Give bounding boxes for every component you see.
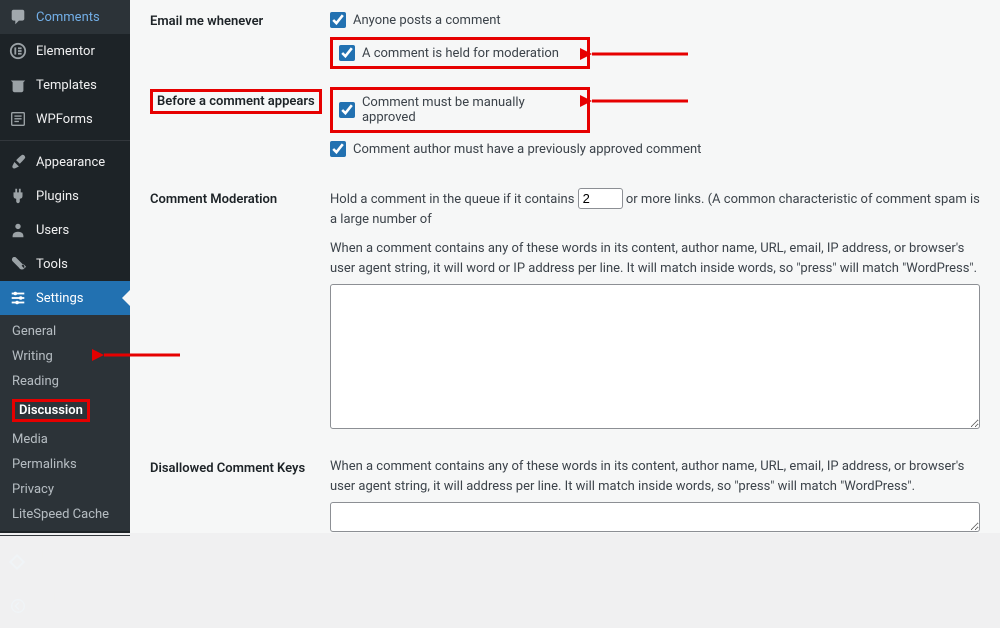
moderation-desc: When a comment contains any of these wor… bbox=[330, 239, 980, 278]
templates-icon bbox=[8, 75, 28, 95]
menu-label: LiteSpeed Cache bbox=[34, 547, 122, 577]
email-whenever-field: Anyone posts a comment A comment is held… bbox=[330, 10, 980, 71]
user-icon bbox=[8, 220, 28, 240]
moderation-field: Hold a comment in the queue if it contai… bbox=[330, 188, 980, 433]
before-opt2-row: Comment author must have a previously ap… bbox=[330, 139, 980, 159]
disallowed-row: Disallowed Comment Keys When a comment c… bbox=[150, 457, 980, 533]
sidebar-item-tools[interactable]: Tools bbox=[0, 247, 130, 281]
elementor-icon bbox=[8, 41, 28, 61]
menu-label: Appearance bbox=[36, 155, 105, 170]
email-opt1-row: Anyone posts a comment bbox=[330, 10, 980, 30]
moderation-keys-textarea[interactable] bbox=[330, 284, 980, 429]
moderation-text1: Hold a comment in the queue if it contai… bbox=[330, 192, 574, 207]
menu-label: Settings bbox=[36, 291, 83, 306]
plug-icon bbox=[8, 186, 28, 206]
disallowed-label: Disallowed Comment Keys bbox=[150, 457, 330, 476]
sidebar-item-settings[interactable]: Settings bbox=[0, 281, 130, 315]
settings-submenu: General Writing Reading Discussion Media… bbox=[0, 315, 130, 531]
before-appears-label-wrap: Before a comment appears bbox=[150, 85, 330, 114]
highlight-before-opt1: Comment must be manually approved bbox=[330, 87, 590, 133]
email-opt2-label: A comment is held for moderation bbox=[362, 46, 559, 61]
before-appears-label: Before a comment appears bbox=[150, 89, 322, 114]
menu-label: Tools bbox=[36, 257, 68, 272]
disallowed-desc: When a comment contains any of these wor… bbox=[330, 457, 980, 496]
submenu-discussion-label: Discussion bbox=[12, 399, 90, 422]
moderation-row: Comment Moderation Hold a comment in the… bbox=[150, 188, 980, 433]
disallowed-field: When a comment contains any of these wor… bbox=[330, 457, 980, 533]
submenu-litespeed[interactable]: LiteSpeed Cache bbox=[0, 502, 130, 527]
submenu-media[interactable]: Media bbox=[0, 427, 130, 452]
email-whenever-label: Email me whenever bbox=[150, 10, 330, 29]
brush-icon bbox=[8, 152, 28, 172]
sidebar-item-users[interactable]: Users bbox=[0, 213, 130, 247]
menu-label: Templates bbox=[36, 78, 97, 93]
sidebar-item-plugins[interactable]: Plugins bbox=[0, 179, 130, 213]
submenu-reading[interactable]: Reading bbox=[0, 369, 130, 394]
submenu-privacy[interactable]: Privacy bbox=[0, 477, 130, 502]
sidebar-item-appearance[interactable]: Appearance bbox=[0, 145, 130, 179]
before-opt1-label: Comment must be manually approved bbox=[362, 95, 581, 125]
menu-label: Users bbox=[36, 223, 69, 238]
submenu-general[interactable]: General bbox=[0, 319, 130, 344]
before-appears-row: Before a comment appears Comment must be… bbox=[150, 85, 980, 164]
before-opt2-checkbox[interactable] bbox=[330, 141, 346, 157]
sidebar-item-elementor[interactable]: Elementor bbox=[0, 34, 130, 68]
wpforms-icon bbox=[8, 109, 28, 129]
email-whenever-row: Email me whenever Anyone posts a comment… bbox=[150, 10, 980, 71]
email-opt2-checkbox[interactable] bbox=[339, 45, 355, 61]
moderation-label: Comment Moderation bbox=[150, 188, 330, 207]
comments-icon bbox=[8, 7, 28, 27]
admin-sidebar: Comments Elementor Templates WPForms App… bbox=[0, 0, 130, 533]
moderation-links-input[interactable] bbox=[578, 188, 623, 209]
menu-label: Comments bbox=[36, 10, 100, 25]
submenu-writing[interactable]: Writing bbox=[0, 344, 130, 369]
sidebar-item-templates[interactable]: Templates bbox=[0, 68, 130, 102]
menu-separator bbox=[0, 535, 130, 536]
menu-label: Collapse menu bbox=[36, 591, 122, 621]
submenu-permalinks[interactable]: Permalinks bbox=[0, 452, 130, 477]
disallowed-keys-textarea[interactable] bbox=[330, 502, 980, 532]
sliders-icon bbox=[8, 288, 28, 308]
submenu-discussion[interactable]: Discussion bbox=[0, 394, 130, 427]
menu-label: Plugins bbox=[36, 189, 79, 204]
before-appears-field: Comment must be manually approved Commen… bbox=[330, 85, 980, 164]
email-opt1-checkbox[interactable] bbox=[330, 12, 346, 28]
wrench-icon bbox=[8, 254, 28, 274]
moderation-links-line: Hold a comment in the queue if it contai… bbox=[330, 188, 980, 229]
sidebar-item-comments[interactable]: Comments bbox=[0, 0, 130, 34]
sidebar-item-collapse[interactable]: Collapse menu bbox=[0, 584, 130, 628]
settings-content: Email me whenever Anyone posts a comment… bbox=[130, 0, 1000, 533]
before-opt2-label: Comment author must have a previously ap… bbox=[353, 142, 701, 157]
sidebar-item-litespeed[interactable]: LiteSpeed Cache bbox=[0, 540, 130, 584]
email-opt1-label: Anyone posts a comment bbox=[353, 13, 501, 28]
before-opt1-checkbox[interactable] bbox=[339, 102, 355, 118]
collapse-icon bbox=[8, 596, 28, 616]
menu-label: Elementor bbox=[36, 44, 95, 59]
litespeed-icon bbox=[8, 552, 26, 572]
highlight-email-opt2: A comment is held for moderation bbox=[330, 37, 590, 69]
menu-label: WPForms bbox=[36, 112, 93, 127]
sidebar-item-wpforms[interactable]: WPForms bbox=[0, 102, 130, 136]
menu-separator bbox=[0, 140, 130, 141]
